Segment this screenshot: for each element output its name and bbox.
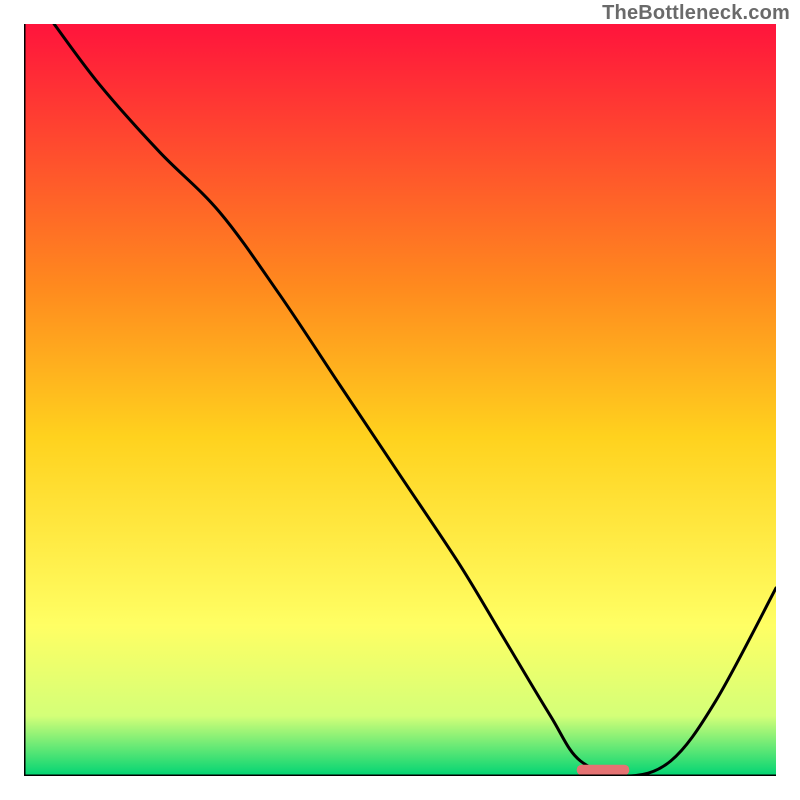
optimal-marker xyxy=(577,765,630,776)
watermark-text: TheBottleneck.com xyxy=(602,2,790,25)
chart-svg xyxy=(24,24,776,776)
gradient-background xyxy=(24,24,776,776)
bottleneck-chart xyxy=(24,24,776,776)
